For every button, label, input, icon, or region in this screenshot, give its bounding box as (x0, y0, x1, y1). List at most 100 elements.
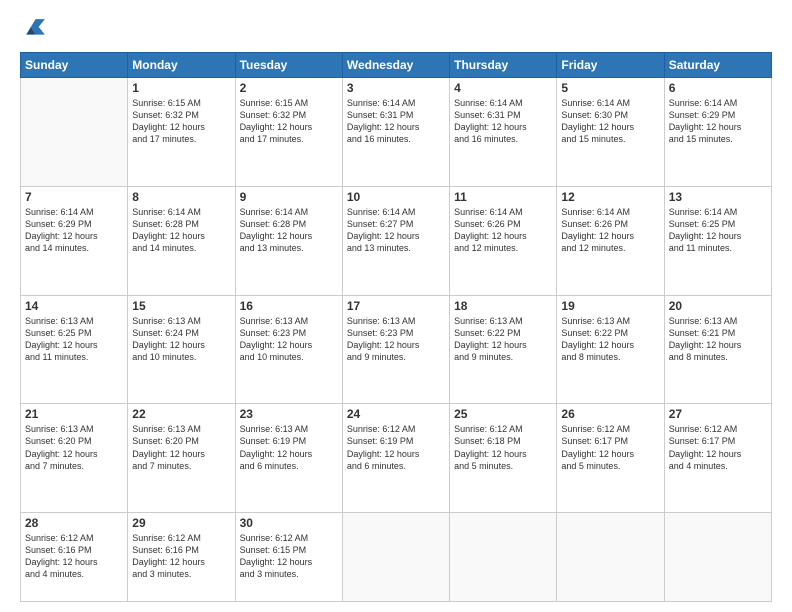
day-info: Sunrise: 6:14 AM Sunset: 6:29 PM Dayligh… (25, 206, 123, 255)
day-number: 25 (454, 407, 552, 421)
calendar-table: SundayMondayTuesdayWednesdayThursdayFrid… (20, 52, 772, 602)
day-info: Sunrise: 6:15 AM Sunset: 6:32 PM Dayligh… (132, 97, 230, 146)
calendar-cell: 13 Sunrise: 6:14 AM Sunset: 6:25 PM Dayli… (664, 186, 771, 295)
calendar-cell: 27 Sunrise: 6:12 AM Sunset: 6:17 PM Dayli… (664, 404, 771, 513)
weekday-header-sunday: Sunday (21, 53, 128, 78)
day-number: 18 (454, 299, 552, 313)
day-info: Sunrise: 6:12 AM Sunset: 6:17 PM Dayligh… (669, 423, 767, 472)
calendar-cell: 16 Sunrise: 6:13 AM Sunset: 6:23 PM Dayli… (235, 295, 342, 404)
day-number: 16 (240, 299, 338, 313)
day-info: Sunrise: 6:13 AM Sunset: 6:21 PM Dayligh… (669, 315, 767, 364)
day-info: Sunrise: 6:15 AM Sunset: 6:32 PM Dayligh… (240, 97, 338, 146)
day-info: Sunrise: 6:13 AM Sunset: 6:20 PM Dayligh… (25, 423, 123, 472)
day-number: 29 (132, 516, 230, 530)
day-number: 12 (561, 190, 659, 204)
day-number: 15 (132, 299, 230, 313)
calendar-cell: 6 Sunrise: 6:14 AM Sunset: 6:29 PM Daylig… (664, 78, 771, 187)
calendar-cell: 28 Sunrise: 6:12 AM Sunset: 6:16 PM Dayli… (21, 513, 128, 602)
day-info: Sunrise: 6:14 AM Sunset: 6:25 PM Dayligh… (669, 206, 767, 255)
day-number: 28 (25, 516, 123, 530)
day-number: 11 (454, 190, 552, 204)
calendar-cell: 29 Sunrise: 6:12 AM Sunset: 6:16 PM Dayli… (128, 513, 235, 602)
calendar-cell: 24 Sunrise: 6:12 AM Sunset: 6:19 PM Dayli… (342, 404, 449, 513)
calendar-cell: 8 Sunrise: 6:14 AM Sunset: 6:28 PM Daylig… (128, 186, 235, 295)
calendar-week-4: 28 Sunrise: 6:12 AM Sunset: 6:16 PM Dayli… (21, 513, 772, 602)
day-number: 8 (132, 190, 230, 204)
calendar-week-2: 14 Sunrise: 6:13 AM Sunset: 6:25 PM Dayli… (21, 295, 772, 404)
calendar-cell: 5Sunrise: 6:14 AM Sunset: 6:30 PM Daylig… (557, 78, 664, 187)
day-number: 10 (347, 190, 445, 204)
day-number: 30 (240, 516, 338, 530)
calendar-cell (342, 513, 449, 602)
day-number: 19 (561, 299, 659, 313)
day-info: Sunrise: 6:14 AM Sunset: 6:27 PM Dayligh… (347, 206, 445, 255)
day-info: Sunrise: 6:13 AM Sunset: 6:20 PM Dayligh… (132, 423, 230, 472)
calendar-cell (557, 513, 664, 602)
day-info: Sunrise: 6:14 AM Sunset: 6:29 PM Dayligh… (669, 97, 767, 146)
day-info: Sunrise: 6:14 AM Sunset: 6:31 PM Dayligh… (454, 97, 552, 146)
day-info: Sunrise: 6:12 AM Sunset: 6:15 PM Dayligh… (240, 532, 338, 581)
calendar-cell: 14 Sunrise: 6:13 AM Sunset: 6:25 PM Dayli… (21, 295, 128, 404)
calendar-week-3: 21 Sunrise: 6:13 AM Sunset: 6:20 PM Dayli… (21, 404, 772, 513)
day-info: Sunrise: 6:13 AM Sunset: 6:19 PM Dayligh… (240, 423, 338, 472)
day-number: 1 (132, 81, 230, 95)
page: SundayMondayTuesdayWednesdayThursdayFrid… (0, 0, 792, 612)
calendar-cell: 19 Sunrise: 6:13 AM Sunset: 6:22 PM Dayli… (557, 295, 664, 404)
day-number: 13 (669, 190, 767, 204)
day-number: 3 (347, 81, 445, 95)
calendar-cell: 9 Sunrise: 6:14 AM Sunset: 6:28 PM Daylig… (235, 186, 342, 295)
day-info: Sunrise: 6:12 AM Sunset: 6:16 PM Dayligh… (132, 532, 230, 581)
calendar-cell: 11 Sunrise: 6:14 AM Sunset: 6:26 PM Dayli… (450, 186, 557, 295)
day-number: 6 (669, 81, 767, 95)
day-number: 17 (347, 299, 445, 313)
day-info: Sunrise: 6:14 AM Sunset: 6:26 PM Dayligh… (454, 206, 552, 255)
header (20, 16, 772, 44)
calendar-cell: 10 Sunrise: 6:14 AM Sunset: 6:27 PM Dayli… (342, 186, 449, 295)
calendar-cell: 22 Sunrise: 6:13 AM Sunset: 6:20 PM Dayli… (128, 404, 235, 513)
calendar-cell: 12Sunrise: 6:14 AM Sunset: 6:26 PM Dayli… (557, 186, 664, 295)
weekday-header-row: SundayMondayTuesdayWednesdayThursdayFrid… (21, 53, 772, 78)
day-info: Sunrise: 6:12 AM Sunset: 6:16 PM Dayligh… (25, 532, 123, 581)
day-info: Sunrise: 6:13 AM Sunset: 6:23 PM Dayligh… (240, 315, 338, 364)
calendar-cell: 20 Sunrise: 6:13 AM Sunset: 6:21 PM Dayli… (664, 295, 771, 404)
calendar-cell: 4 Sunrise: 6:14 AM Sunset: 6:31 PM Daylig… (450, 78, 557, 187)
day-number: 23 (240, 407, 338, 421)
day-info: Sunrise: 6:14 AM Sunset: 6:28 PM Dayligh… (132, 206, 230, 255)
calendar-cell (664, 513, 771, 602)
weekday-header-wednesday: Wednesday (342, 53, 449, 78)
day-info: Sunrise: 6:13 AM Sunset: 6:22 PM Dayligh… (454, 315, 552, 364)
day-number: 22 (132, 407, 230, 421)
weekday-header-thursday: Thursday (450, 53, 557, 78)
day-info: Sunrise: 6:13 AM Sunset: 6:25 PM Dayligh… (25, 315, 123, 364)
day-info: Sunrise: 6:14 AM Sunset: 6:30 PM Dayligh… (561, 97, 659, 146)
day-number: 20 (669, 299, 767, 313)
day-number: 9 (240, 190, 338, 204)
day-info: Sunrise: 6:12 AM Sunset: 6:18 PM Dayligh… (454, 423, 552, 472)
calendar-cell: 23 Sunrise: 6:13 AM Sunset: 6:19 PM Dayli… (235, 404, 342, 513)
day-info: Sunrise: 6:14 AM Sunset: 6:31 PM Dayligh… (347, 97, 445, 146)
day-info: Sunrise: 6:13 AM Sunset: 6:22 PM Dayligh… (561, 315, 659, 364)
day-number: 24 (347, 407, 445, 421)
calendar-cell: 18 Sunrise: 6:13 AM Sunset: 6:22 PM Dayli… (450, 295, 557, 404)
day-info: Sunrise: 6:14 AM Sunset: 6:28 PM Dayligh… (240, 206, 338, 255)
calendar-cell: 21 Sunrise: 6:13 AM Sunset: 6:20 PM Dayli… (21, 404, 128, 513)
calendar-cell: 7 Sunrise: 6:14 AM Sunset: 6:29 PM Daylig… (21, 186, 128, 295)
weekday-header-monday: Monday (128, 53, 235, 78)
calendar-cell: 25 Sunrise: 6:12 AM Sunset: 6:18 PM Dayli… (450, 404, 557, 513)
day-number: 27 (669, 407, 767, 421)
calendar-week-1: 7 Sunrise: 6:14 AM Sunset: 6:29 PM Daylig… (21, 186, 772, 295)
calendar-cell: 17Sunrise: 6:13 AM Sunset: 6:23 PM Dayli… (342, 295, 449, 404)
logo (20, 16, 52, 44)
day-info: Sunrise: 6:13 AM Sunset: 6:24 PM Dayligh… (132, 315, 230, 364)
weekday-header-saturday: Saturday (664, 53, 771, 78)
calendar-week-0: 1 Sunrise: 6:15 AM Sunset: 6:32 PM Daylig… (21, 78, 772, 187)
day-number: 4 (454, 81, 552, 95)
day-number: 21 (25, 407, 123, 421)
day-number: 7 (25, 190, 123, 204)
calendar-cell: 2Sunrise: 6:15 AM Sunset: 6:32 PM Daylig… (235, 78, 342, 187)
calendar-cell (21, 78, 128, 187)
day-number: 26 (561, 407, 659, 421)
day-number: 14 (25, 299, 123, 313)
calendar-cell: 15 Sunrise: 6:13 AM Sunset: 6:24 PM Dayli… (128, 295, 235, 404)
day-info: Sunrise: 6:12 AM Sunset: 6:19 PM Dayligh… (347, 423, 445, 472)
